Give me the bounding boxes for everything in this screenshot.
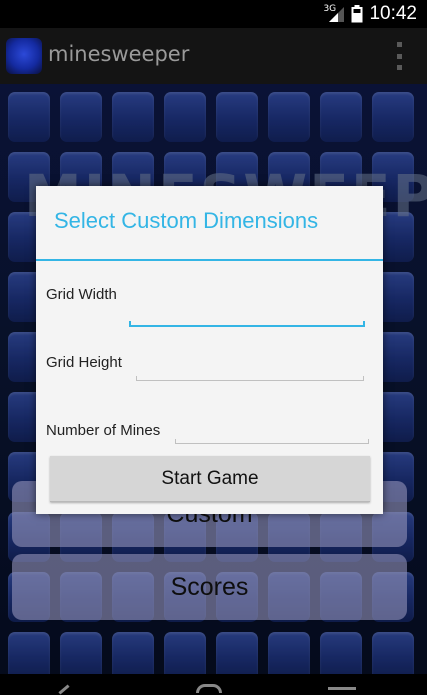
number-of-mines-label: Number of Mines	[46, 422, 161, 439]
navigation-bar	[0, 674, 427, 695]
grid-height-tick-left	[136, 376, 137, 381]
dialog-title-divider	[36, 259, 383, 261]
overflow-menu-icon[interactable]	[395, 42, 403, 70]
status-clock: 10:42	[369, 3, 417, 24]
grid-width-input[interactable]	[130, 304, 364, 322]
custom-dimensions-dialog: Select Custom Dimensions Grid Width Grid…	[36, 186, 383, 514]
grid-width-tick-right	[363, 321, 365, 326]
number-of-mines-input[interactable]	[176, 424, 369, 442]
grid-height-label: Grid Height	[46, 354, 122, 371]
action-bar: minesweeper	[0, 28, 427, 84]
dialog-title: Select Custom Dimensions	[54, 208, 319, 233]
cell-signal-icon: 3G	[323, 4, 345, 23]
status-icons: 3G 10:42	[323, 3, 417, 25]
grid-width-tick-left	[129, 321, 131, 326]
back-icon[interactable]	[58, 684, 70, 695]
app-title: minesweeper	[48, 42, 190, 66]
grid-width-underline	[129, 325, 365, 327]
number-of-mines-tick-right	[368, 439, 369, 444]
grid-height-underline	[136, 380, 364, 381]
home-icon[interactable]	[196, 684, 222, 693]
recents-icon[interactable]	[328, 687, 356, 695]
grid-width-label: Grid Width	[46, 286, 117, 303]
minesweeper-app-icon[interactable]	[6, 38, 42, 74]
start-game-button[interactable]: Start Game	[50, 456, 370, 502]
grid-height-input[interactable]	[136, 361, 364, 379]
battery-icon	[351, 5, 363, 23]
grid-height-tick-right	[363, 376, 364, 381]
number-of-mines-underline	[175, 443, 369, 444]
status-bar: 3G 10:42	[0, 0, 427, 28]
number-of-mines-tick-left	[175, 439, 176, 444]
